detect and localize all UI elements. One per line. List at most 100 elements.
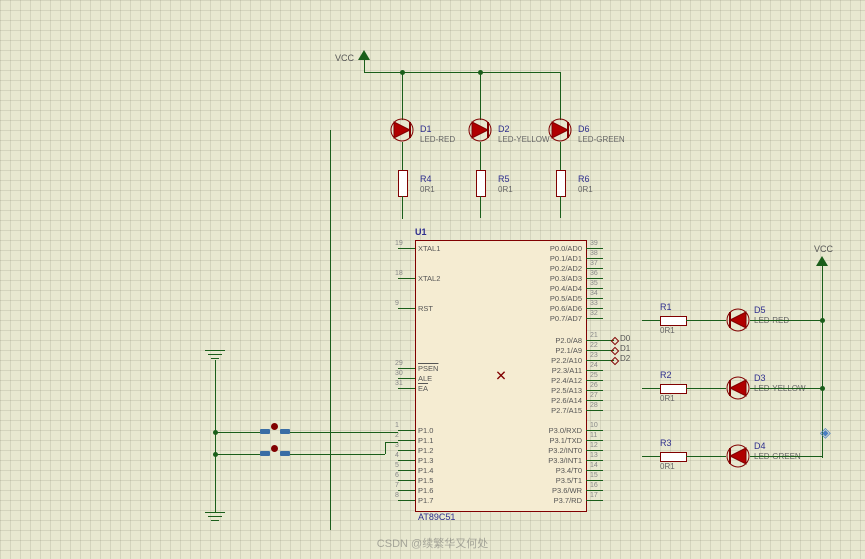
wire [686,320,726,321]
pin-lead [398,308,415,309]
pin-number: 39 [590,240,598,247]
pin-name: P1.0 [418,426,433,436]
pin-name: P0.1/AD1 [550,254,582,264]
pin-lead [586,248,603,249]
net-d2: D2 [620,354,630,363]
pin-lead [586,490,603,491]
wire [402,142,403,170]
pin-name: P0.5/AD5 [550,294,582,304]
resistor-r5[interactable] [476,170,486,197]
wire [215,432,260,433]
pin-name: P1.7 [418,496,433,506]
pin-number: 12 [590,442,598,449]
wire-stub [600,350,614,351]
net-d0: D0 [620,334,630,343]
r1-label: R1 [660,303,672,313]
pin-name: XTAL1 [418,244,440,254]
pin-lead [586,278,603,279]
wire [330,130,331,530]
pin-lead [586,450,603,451]
pin-name: P1.2 [418,446,433,456]
resistor-r4[interactable] [398,170,408,197]
pin-name: RST [418,304,433,314]
pin-number: 36 [590,270,598,277]
pin-number: 22 [590,342,598,349]
pin-lead [398,490,415,491]
pin-number: 2 [395,432,399,439]
wire [385,442,386,454]
pin-number: 1 [395,422,399,429]
led-d1[interactable] [390,118,414,142]
pin-lead [586,500,603,501]
r4-label: R40R1 [420,175,435,195]
vcc-label-top: VCC [335,53,354,63]
wire [560,196,561,218]
resistor-r1[interactable] [660,316,687,326]
wire [560,72,561,120]
pin-number: 21 [590,332,598,339]
pin-lead [586,268,603,269]
junction [213,430,218,435]
pin-name: PSEN [418,364,438,374]
pin-number: 19 [395,240,403,247]
d1-label: D1LED-RED [420,125,455,145]
pin-number: 9 [395,300,399,307]
pin-lead [586,440,603,441]
wire [642,320,660,321]
push-button-1[interactable] [260,425,290,439]
r2-label: R2 [660,371,672,381]
r2-val: 0R1 [660,394,675,404]
pin-number: 6 [395,472,399,479]
pin-lead [586,288,603,289]
pin-name: EA [418,384,428,394]
pin-lead [398,460,415,461]
pin-name: P2.5/A13 [551,386,582,396]
led-d5[interactable] [726,308,750,332]
pin-name: P0.7/AD7 [550,314,582,324]
junction [820,318,825,323]
pin-lead [398,368,415,369]
wire [642,388,660,389]
watermark: CSDN @续繁华又何处 [377,535,488,551]
pin-number: 23 [590,352,598,359]
led-d2[interactable] [468,118,492,142]
wire [364,72,560,73]
junction [478,70,483,75]
wire [385,442,398,443]
resistor-r3[interactable] [660,452,687,462]
pin-name: P2.3/A11 [552,366,582,376]
d4-label: D4LED-GREEN [754,442,801,462]
pin-lead [398,480,415,481]
wire [480,196,481,218]
wire-stub [600,360,614,361]
pin-lead [398,470,415,471]
wire [215,454,216,512]
wire [480,142,481,170]
pin-name: P3.3/INT1 [548,456,582,466]
pin-name: P1.3 [418,456,433,466]
led-d4[interactable] [726,444,750,468]
vcc-terminal-top [358,50,370,60]
d3-label: D3LED-YELLOW [754,374,806,394]
pin-number: 33 [590,300,598,307]
pin-name: P0.3/AD3 [550,274,582,284]
pin-lead [398,278,415,279]
chip-no-sim-icon: ✕ [495,368,507,385]
resistor-r6[interactable] [556,170,566,197]
led-d6[interactable] [548,118,572,142]
pin-number: 28 [590,402,598,409]
pin-lead [586,480,603,481]
pin-name: P3.2/INT0 [548,446,582,456]
resistor-r2[interactable] [660,384,687,394]
pin-lead [586,318,603,319]
pin-name: P0.0/AD0 [550,244,582,254]
push-button-2[interactable] [260,447,290,461]
pin-lead [398,388,415,389]
pin-lead [586,430,603,431]
wire [750,388,822,389]
led-d3[interactable] [726,376,750,400]
pin-name: P2.6/A14 [551,396,582,406]
r3-val: 0R1 [660,462,675,472]
pin-number: 18 [395,270,403,277]
pin-number: 26 [590,382,598,389]
